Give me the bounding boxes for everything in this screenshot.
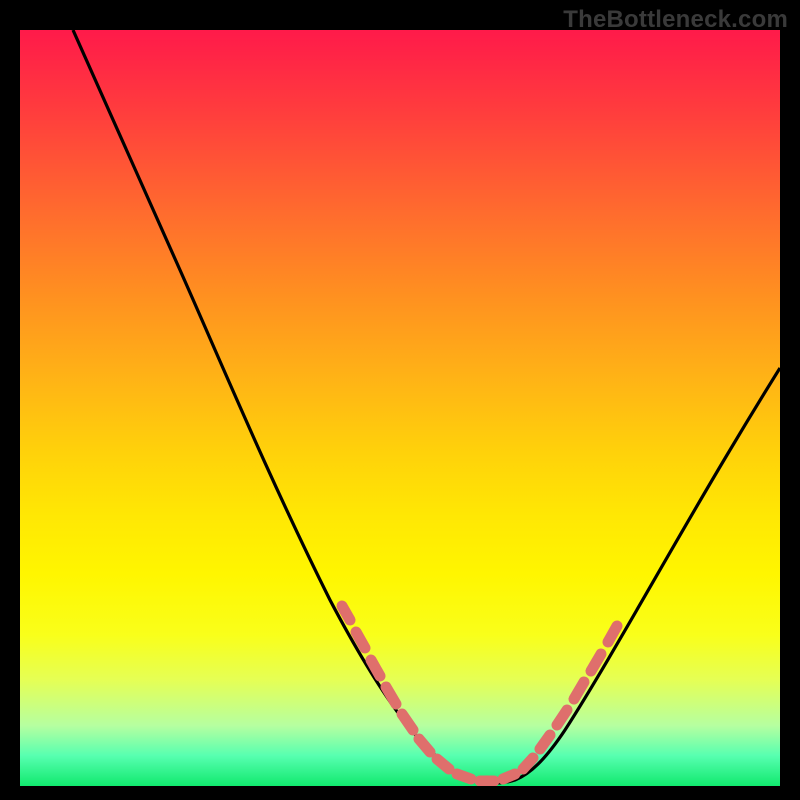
highlight-left-group xyxy=(342,606,515,781)
watermark-text: TheBottleneck.com xyxy=(563,6,788,34)
plot-area xyxy=(20,30,780,786)
plot-frame xyxy=(20,30,780,786)
highlight-right-group xyxy=(523,626,617,769)
chart-svg xyxy=(20,30,780,786)
main-curve xyxy=(73,30,780,783)
chart-container: TheBottleneck.com xyxy=(0,0,800,800)
